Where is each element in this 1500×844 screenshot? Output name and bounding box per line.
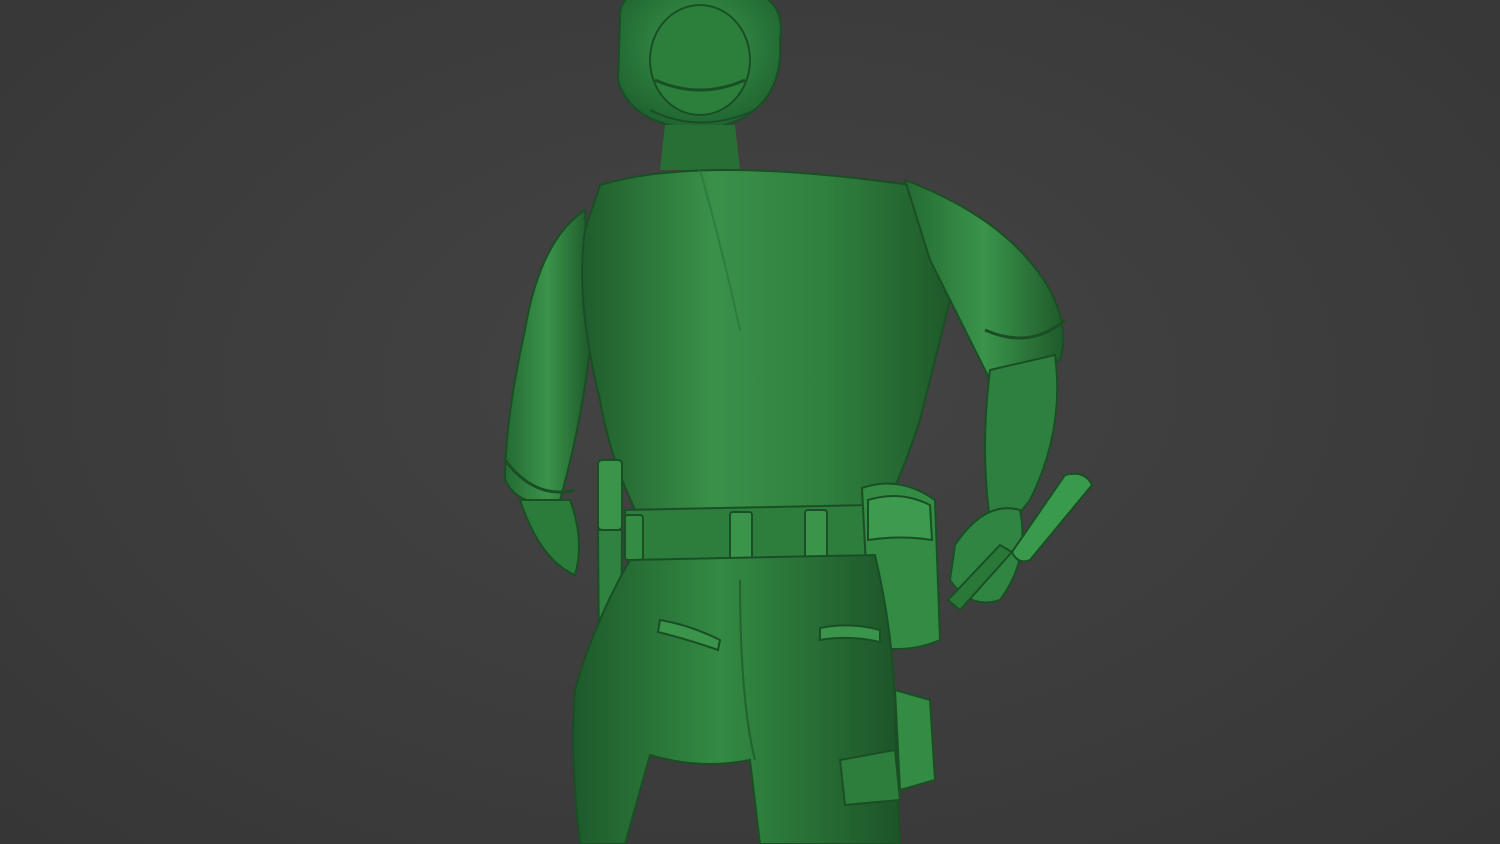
- render-viewport: [0, 0, 1500, 844]
- toy-soldier-model: [503, 0, 1094, 844]
- torso: [581, 169, 962, 521]
- hat: [616, 0, 782, 132]
- left-arm: [503, 208, 592, 577]
